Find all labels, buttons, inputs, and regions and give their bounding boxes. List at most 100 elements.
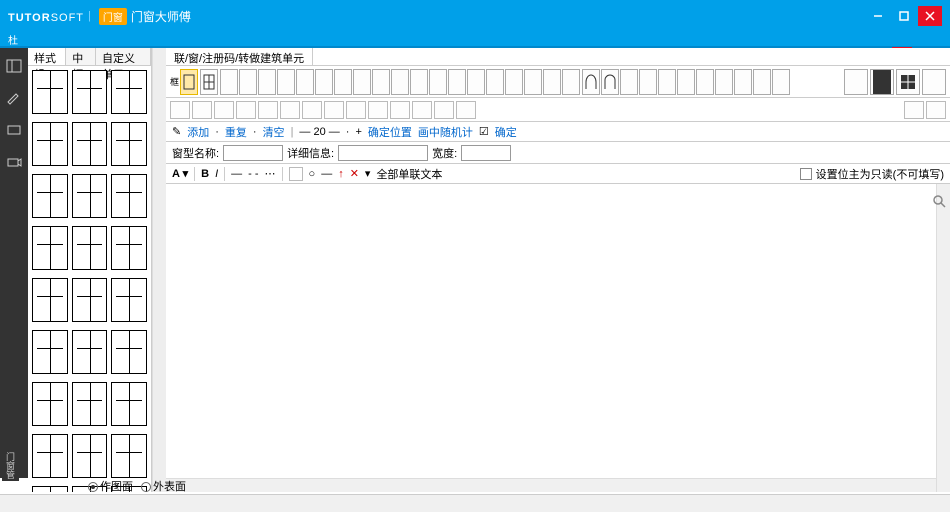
palette-tab-2[interactable]: 自定义单元 [96, 48, 151, 65]
pattern-btn[interactable] [844, 69, 868, 95]
arch-btn[interactable] [620, 69, 638, 95]
ts2-btn[interactable] [258, 101, 278, 119]
ts2-btn[interactable] [192, 101, 212, 119]
input-width[interactable] [461, 145, 511, 161]
palette-item[interactable] [111, 382, 147, 426]
close-button[interactable] [918, 6, 942, 26]
arch-btn[interactable] [658, 69, 676, 95]
palette-item[interactable] [111, 434, 147, 478]
ts2-btn[interactable] [346, 101, 366, 119]
palette-item[interactable] [72, 434, 108, 478]
ts2-btn[interactable] [324, 101, 344, 119]
shape-btn[interactable] [448, 69, 466, 95]
search-icon[interactable] [932, 194, 946, 208]
ts2-btn[interactable] [170, 101, 190, 119]
input-detail[interactable] [338, 145, 428, 161]
shape-btn[interactable] [524, 69, 542, 95]
arch-btn[interactable] [582, 69, 600, 95]
shape-btn[interactable] [467, 69, 485, 95]
palette-item[interactable] [111, 174, 147, 218]
palette-item[interactable] [72, 122, 108, 166]
arch-btn[interactable] [734, 69, 752, 95]
content-tab-0[interactable]: 联/窗/注册码/转做建筑单元 [166, 48, 313, 65]
fill-hatch-btn[interactable] [922, 69, 946, 95]
panel-icon[interactable] [6, 58, 22, 74]
palette-item[interactable] [32, 122, 68, 166]
shape-btn[interactable] [220, 69, 238, 95]
palette-item[interactable] [72, 70, 108, 114]
arch-btn[interactable] [696, 69, 714, 95]
shape-btn[interactable] [258, 69, 276, 95]
opt-add[interactable]: 添加 [187, 124, 209, 140]
shape-rect-sel[interactable] [180, 69, 198, 95]
input-name[interactable] [223, 145, 283, 161]
readonly-checkbox[interactable] [800, 168, 812, 180]
arch-btn[interactable] [601, 69, 619, 95]
ts2-btn[interactable] [236, 101, 256, 119]
vertical-tab[interactable]: 门窗管 [2, 450, 19, 481]
toolstrip-handle[interactable]: 框 [170, 75, 178, 88]
shape-btn[interactable] [391, 69, 409, 95]
eb-rect[interactable] [289, 167, 303, 181]
edit-icon[interactable] [6, 90, 22, 106]
shape-btn[interactable] [353, 69, 371, 95]
palette-item[interactable] [72, 278, 108, 322]
opt-step[interactable]: — 20 — [299, 126, 339, 138]
ts2-btn[interactable] [368, 101, 388, 119]
shape-btn[interactable] [315, 69, 333, 95]
canvas-scrollbar-v[interactable] [936, 184, 950, 492]
palette-item[interactable] [32, 174, 68, 218]
shape-btn[interactable] [486, 69, 504, 95]
ts2-btn[interactable] [214, 101, 234, 119]
combo-label[interactable]: 全部单联文本 [376, 166, 442, 182]
opt-clear[interactable]: 清空 [263, 124, 285, 140]
palette-item[interactable] [32, 330, 68, 374]
palette-tab-1[interactable]: 中框 [66, 48, 96, 65]
minimize-button[interactable] [866, 6, 890, 26]
palette-item[interactable] [32, 278, 68, 322]
opt-ok[interactable]: 确定 [495, 124, 517, 140]
shape-btn[interactable] [543, 69, 561, 95]
ts2-btn[interactable] [390, 101, 410, 119]
shape-btn[interactable] [410, 69, 428, 95]
ts2-btn[interactable] [302, 101, 322, 119]
maximize-button[interactable] [892, 6, 916, 26]
palette-item[interactable] [111, 70, 147, 114]
shape-btn[interactable] [334, 69, 352, 95]
palette-item[interactable] [72, 174, 108, 218]
shape-btn[interactable] [505, 69, 523, 95]
arch-btn[interactable] [772, 69, 790, 95]
palette-item[interactable] [32, 70, 68, 114]
footer-tab-1[interactable]: 外表面 [141, 478, 186, 494]
ts2-btn[interactable] [280, 101, 300, 119]
canvas-scrollbar-h[interactable] [166, 478, 936, 492]
arch-btn[interactable] [715, 69, 733, 95]
footer-tab-0[interactable]: 作图面 [88, 478, 133, 494]
palette-item[interactable] [72, 382, 108, 426]
palette-item[interactable] [32, 382, 68, 426]
shape-grid[interactable] [200, 69, 218, 95]
fill-grid-btn[interactable] [896, 69, 920, 95]
ts2-btn[interactable] [434, 101, 454, 119]
shape-btn[interactable] [239, 69, 257, 95]
fill-solid-btn[interactable] [870, 69, 894, 95]
palette-item[interactable] [111, 278, 147, 322]
palette-tab-0[interactable]: 样式组 [28, 48, 66, 65]
canvas[interactable] [166, 184, 950, 492]
ts2-btn[interactable] [456, 101, 476, 119]
opt-rand[interactable]: 画中随机计 [418, 124, 473, 140]
shape-btn[interactable] [562, 69, 580, 95]
palette-item[interactable] [32, 434, 68, 478]
camera-icon[interactable] [6, 154, 22, 170]
opt-repeat[interactable]: 重复 [225, 124, 247, 140]
ts2-hatch1[interactable] [904, 101, 924, 119]
opt-pos[interactable]: 确定位置 [368, 124, 412, 140]
arch-btn[interactable] [639, 69, 657, 95]
ts2-btn[interactable] [412, 101, 432, 119]
shape-btn[interactable] [296, 69, 314, 95]
shape-btn[interactable] [277, 69, 295, 95]
palette-item[interactable] [32, 226, 68, 270]
shape-btn[interactable] [429, 69, 447, 95]
arch-btn[interactable] [677, 69, 695, 95]
ts2-hatch2[interactable] [926, 101, 946, 119]
